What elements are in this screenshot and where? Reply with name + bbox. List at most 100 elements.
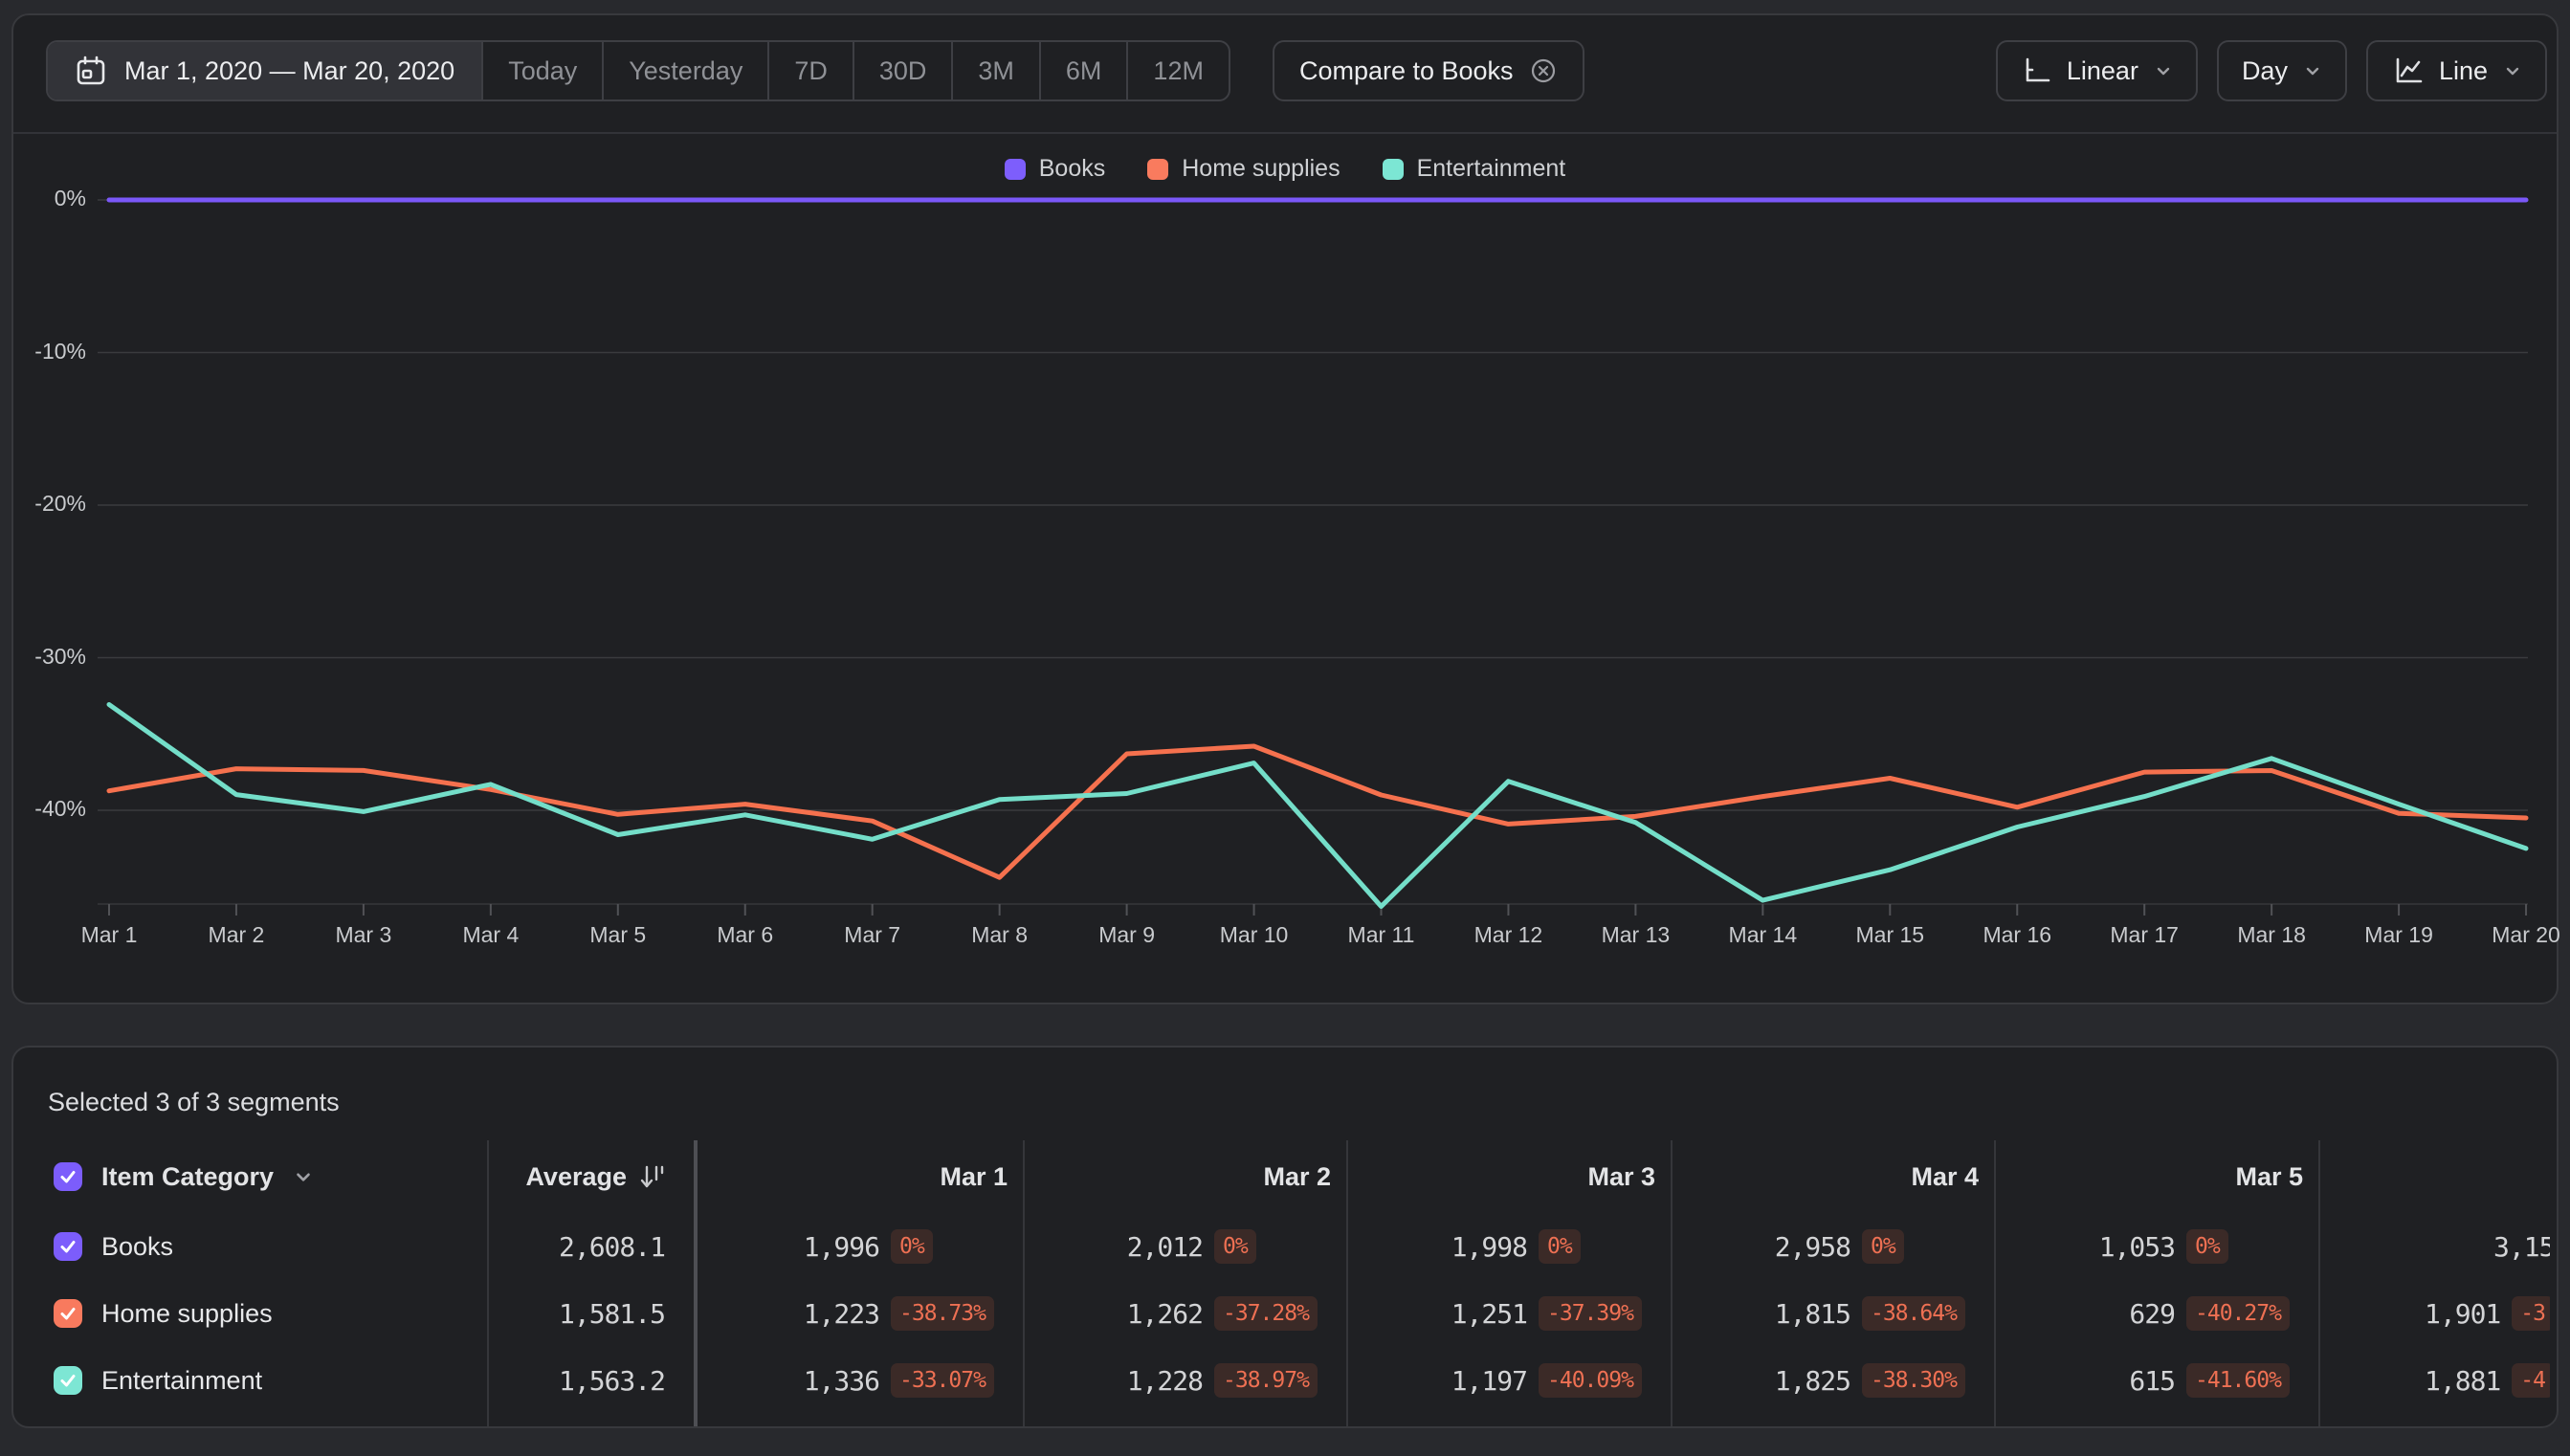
y-axis-label: -10%: [34, 338, 86, 364]
y-axis-label: -40%: [34, 796, 86, 821]
average-header-label[interactable]: Average: [525, 1162, 627, 1192]
day-value: 1,228: [1126, 1364, 1204, 1397]
category-checkbox[interactable]: [54, 1162, 82, 1191]
average-value: 1,563.2: [558, 1364, 666, 1397]
x-axis-label: Mar 12: [1473, 922, 1543, 947]
x-axis-label: Mar 13: [1601, 922, 1671, 947]
x-axis-label: Mar 19: [2364, 922, 2433, 947]
spacer-cell: [1671, 1414, 1994, 1426]
day-cell: 1,228 -38.97%: [1023, 1347, 1346, 1414]
day-cell: 615 -41.60%: [1994, 1347, 2318, 1414]
category-header-label[interactable]: Item Category: [101, 1162, 274, 1192]
x-axis-label: Mar 4: [462, 922, 520, 947]
percent-change-badge: 0%: [891, 1229, 933, 1264]
average-value: 2,608.1: [558, 1230, 666, 1263]
percent-change-badge: -37.39%: [1539, 1296, 1642, 1331]
day-cell: 1,336 -33.07%: [694, 1347, 1023, 1414]
percent-change-badge: -37.28%: [1214, 1296, 1318, 1331]
x-axis-label: Mar 17: [2110, 922, 2179, 947]
x-axis-label: Mar 1: [80, 922, 138, 947]
x-axis-label: Mar 7: [844, 922, 901, 947]
day-cell: 1,053 0%: [1994, 1213, 2318, 1280]
percent-change-badge: 0%: [1214, 1229, 1256, 1264]
day-value: 1,998: [1451, 1230, 1528, 1263]
x-axis-label: Mar 5: [589, 922, 647, 947]
day-value: 1,881: [2425, 1364, 2501, 1397]
day-value: 1,996: [803, 1230, 880, 1263]
x-axis-label: Mar 18: [2237, 922, 2306, 947]
y-axis-label: 0%: [54, 186, 86, 210]
sort-descending-icon[interactable]: [638, 1162, 665, 1191]
table-spacer-row: [13, 1414, 2550, 1426]
average-cell: 2,608.1: [487, 1213, 694, 1280]
chart-panel: Mar 1, 2020 — Mar 20, 2020 Today Yesterda…: [11, 13, 2560, 1004]
day-cell: 2,958 0%: [1671, 1213, 1994, 1280]
x-axis-label: Mar 11: [1347, 922, 1415, 947]
percent-change-badge: 0%: [1862, 1229, 1904, 1264]
category-cell: Books: [13, 1213, 487, 1280]
category-label: Books: [101, 1231, 174, 1261]
chevron-down-icon[interactable]: [293, 1166, 314, 1187]
day-cell-clipped: 1,901 -3: [2318, 1280, 2550, 1347]
day-cell-clipped: 3,15: [2318, 1213, 2550, 1280]
spacer-cell: [1346, 1414, 1671, 1426]
category-label: Entertainment: [101, 1365, 263, 1395]
percent-change-badge: 0%: [1539, 1229, 1581, 1264]
day-value: 3,15: [2493, 1230, 2550, 1263]
spacer-cell: [694, 1414, 1023, 1426]
series-line: [106, 743, 2529, 880]
percent-change-badge: -38.73%: [891, 1296, 994, 1331]
column-header-clipped: [2318, 1140, 2550, 1213]
table-row-entertainment: Entertainment 1,563.2 1,336 -33.07% 1,228 -38…: [13, 1347, 2550, 1414]
column-header-category: Item Category: [13, 1140, 487, 1213]
day-value: 1,262: [1126, 1297, 1204, 1330]
table-row-home-supplies: Home supplies 1,581.5 1,223 -38.73% 1,262 -37…: [13, 1280, 2550, 1347]
percent-change-badge: -4: [2512, 1363, 2550, 1398]
segments-table: Item Category Average Mar 1 Mar 2 Mar 3 Mar 4…: [13, 1140, 2550, 1426]
day-value: 1,197: [1451, 1364, 1528, 1397]
category-label: Home supplies: [101, 1298, 273, 1328]
day-cell: 1,223 -38.73%: [694, 1280, 1023, 1347]
day-value: 1,336: [803, 1364, 880, 1397]
day-cell-clipped: 1,881 -4: [2318, 1347, 2550, 1414]
day-cell: 1,998 0%: [1346, 1213, 1671, 1280]
category-checkbox[interactable]: [54, 1366, 82, 1395]
category-checkbox[interactable]: [54, 1232, 82, 1261]
percent-change-badge: -38.64%: [1862, 1296, 1965, 1331]
day-cell: 1,815 -38.64%: [1671, 1280, 1994, 1347]
spacer-cell: [487, 1414, 694, 1426]
day-cell: 1,262 -37.28%: [1023, 1280, 1346, 1347]
percent-change-badge: 0%: [2186, 1229, 2228, 1264]
line-chart-plot: 0% -10% -20% -30% -40% Mar 1 Mar 2 Mar 3 Mar 4 Ma…: [13, 15, 2560, 1003]
x-axis-label: Mar 16: [1983, 922, 2052, 947]
column-header-day: Mar 4: [1671, 1140, 1994, 1213]
percent-change-badge: -41.60%: [2186, 1363, 2290, 1398]
day-value: 2,958: [1774, 1230, 1851, 1263]
day-value: 1,815: [1774, 1297, 1851, 1330]
day-value: 1,825: [1774, 1364, 1851, 1397]
series-line: [106, 702, 2529, 909]
percent-change-badge: -40.27%: [2186, 1296, 2290, 1331]
day-cell: 1,251 -37.39%: [1346, 1280, 1671, 1347]
x-axis-label: Mar 2: [208, 922, 265, 947]
percent-change-badge: -38.97%: [1214, 1363, 1318, 1398]
day-value: 1,223: [803, 1297, 880, 1330]
category-checkbox[interactable]: [54, 1299, 82, 1328]
day-value: 2,012: [1126, 1230, 1204, 1263]
table-header-row: Item Category Average Mar 1 Mar 2 Mar 3 Mar 4…: [13, 1140, 2550, 1213]
column-header-day: Mar 5: [1994, 1140, 2318, 1213]
percent-change-badge: -33.07%: [891, 1363, 994, 1398]
day-header-label: Mar 4: [1911, 1161, 1979, 1191]
segments-table-panel: Selected 3 of 3 segments Item Category Av…: [11, 1046, 2559, 1428]
average-value: 1,581.5: [558, 1297, 666, 1330]
percent-change-badge: -40.09%: [1539, 1363, 1642, 1398]
day-header-label: Mar 2: [1263, 1161, 1331, 1191]
percent-change-badge: -38.30%: [1862, 1363, 1965, 1398]
spacer-cell: [1023, 1414, 1346, 1426]
average-cell: 1,581.5: [487, 1280, 694, 1347]
percent-change-badge: -3: [2512, 1296, 2550, 1331]
category-cell: Entertainment: [13, 1347, 487, 1414]
day-header-label: Mar 3: [1587, 1161, 1655, 1191]
day-cell: 629 -40.27%: [1994, 1280, 2318, 1347]
day-value: 1,901: [2425, 1297, 2501, 1330]
